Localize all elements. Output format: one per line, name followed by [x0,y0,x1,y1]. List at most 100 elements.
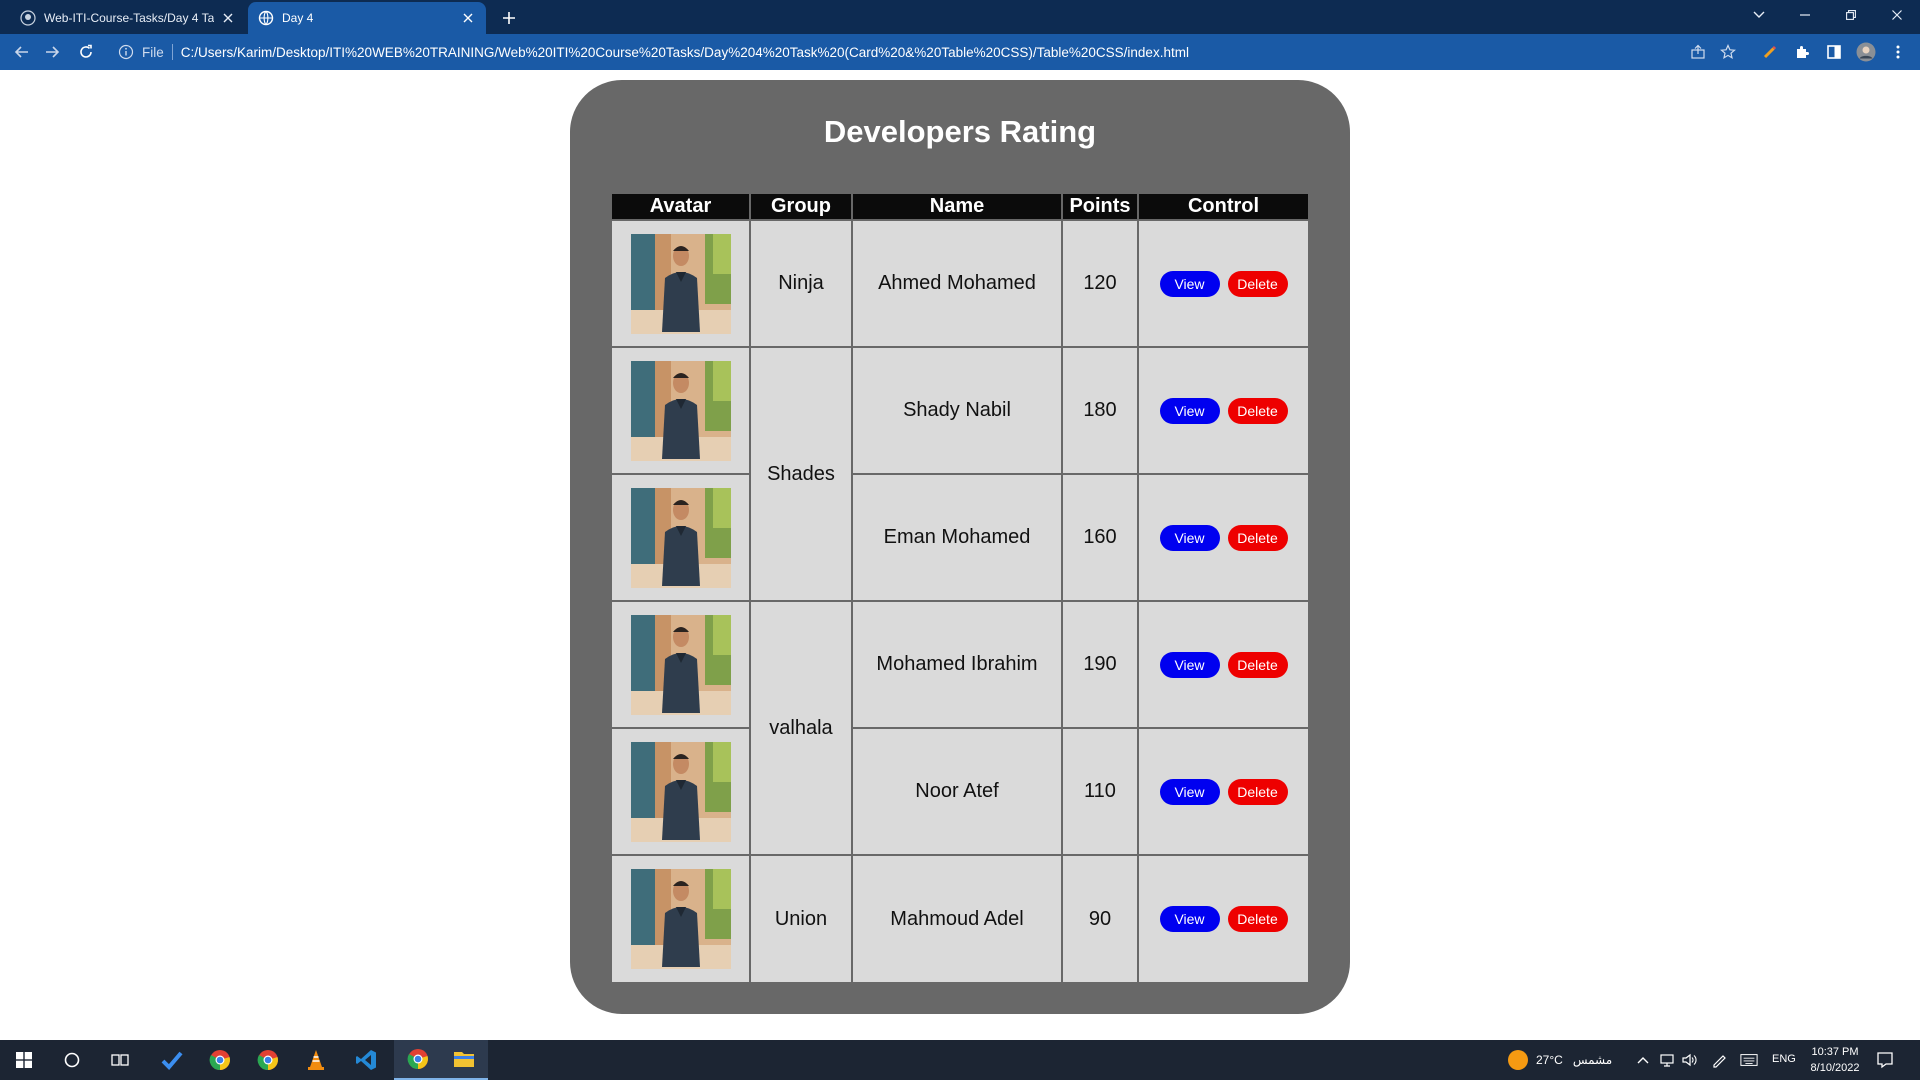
avatar-icon [1856,42,1876,62]
name-cell: Mohamed Ibrahim [851,600,1063,729]
forward-button[interactable] [40,40,64,64]
vscode-icon [356,1050,376,1070]
reload-button[interactable] [74,40,98,64]
side-panel-button[interactable] [1822,40,1846,64]
weather-temperature: 27°C [1536,1053,1563,1067]
task-view-button[interactable] [96,1040,144,1080]
extension-pen-button[interactable] [1758,40,1782,64]
page-viewport: Developers Rating Avatar Group Name Poin… [0,70,1920,1040]
delete-button[interactable]: Delete [1227,270,1288,297]
taskbar-chrome-active-app[interactable] [394,1040,442,1080]
profile-button[interactable] [1854,40,1878,64]
delete-button[interactable]: Delete [1227,651,1288,678]
network-button[interactable] [1658,1050,1676,1070]
control-cell: View Delete [1137,600,1308,729]
plus-icon [503,12,515,24]
restore-icon [1846,10,1856,20]
close-tab-icon[interactable] [460,10,476,26]
notification-icon [1877,1052,1893,1069]
show-hidden-icons-button[interactable] [1634,1050,1652,1070]
search-circle-icon [64,1052,80,1068]
avatar [630,614,731,715]
table-body: Ninja Ahmed Mohamed 120 View Delete Shades Sha… [612,219,1308,982]
tab-search-button[interactable] [1736,0,1782,30]
menu-button[interactable] [1886,40,1910,64]
url-text[interactable]: C:/Users/Karim/Desktop/ITI%20WEB%20TRAIN… [181,45,1189,60]
notification-center-button[interactable] [1874,1049,1896,1071]
clock[interactable]: 10:37 PM 8/10/2022 [1800,1044,1870,1076]
kebab-menu-icon [1896,45,1900,59]
folder-icon [454,1052,474,1067]
weather-widget[interactable]: 27°C مشمس [1508,1040,1612,1080]
arrow-left-icon [14,46,28,58]
touch-keyboard-button[interactable] [1740,1050,1758,1070]
name-cell: Mahmoud Adel [851,854,1063,982]
back-button[interactable] [10,40,34,64]
taskbar-todo-app[interactable] [148,1040,196,1080]
column-header-control: Control [1137,194,1308,220]
taskbar-vlc-app[interactable] [292,1040,340,1080]
rating-card: Developers Rating Avatar Group Name Poin… [570,80,1350,1014]
view-button[interactable]: View [1159,524,1220,551]
close-tab-icon[interactable] [220,10,236,26]
browser-tab-bar: Web-ITI-Course-Tasks/Day 4 Task Day 4 [0,0,1920,34]
new-tab-button[interactable] [498,7,520,29]
tab-title: Day 4 [282,11,314,25]
pen-icon [1713,1055,1726,1068]
start-button[interactable] [0,1040,48,1080]
points-cell: 160 [1061,473,1139,602]
group-cell: valhala [749,600,853,856]
chevron-up-icon [1637,1057,1649,1064]
developers-table: Avatar Group Name Points Control Ninja Ah… [612,194,1308,982]
clock-date: 8/10/2022 [1810,1062,1860,1074]
share-icon [1691,44,1705,59]
column-header-points: Points [1061,194,1139,220]
windows-icon [16,1052,32,1068]
restore-button[interactable] [1828,0,1874,30]
taskbar-file-explorer-app[interactable] [440,1040,488,1080]
delete-button[interactable]: Delete [1227,524,1288,551]
delete-button[interactable]: Delete [1227,778,1288,805]
pen-workspace-button[interactable] [1710,1050,1728,1070]
info-icon[interactable] [118,44,134,60]
avatar [630,233,731,334]
table-row: Noor Atef 110 View Delete [612,727,1308,856]
chevron-down-icon [1753,11,1765,18]
tab-day-4[interactable]: Day 4 [248,2,486,34]
points-cell: 120 [1061,219,1139,348]
avatar-cell [612,854,751,982]
taskbar-chrome-app[interactable] [196,1040,244,1080]
extensions-button[interactable] [1790,40,1814,64]
tab-github-repo[interactable]: Web-ITI-Course-Tasks/Day 4 Task [10,2,246,34]
delete-button[interactable]: Delete [1227,906,1288,932]
points-cell: 190 [1061,600,1139,729]
bookmark-button[interactable] [1716,40,1740,64]
volume-button[interactable] [1680,1050,1698,1070]
avatar [630,487,731,588]
weather-condition: مشمس [1572,1053,1613,1067]
points-cell: 110 [1061,727,1139,856]
tab-title: Web-ITI-Course-Tasks/Day 4 Task [44,11,214,25]
points-cell: 180 [1061,346,1139,475]
browser-toolbar: File C:/Users/Karim/Desktop/ITI%20WEB%20… [0,34,1920,70]
view-button[interactable]: View [1159,778,1220,805]
task-view-icon [111,1054,129,1066]
close-window-button[interactable] [1874,0,1920,30]
view-button[interactable]: View [1159,397,1220,424]
share-button[interactable] [1686,40,1710,64]
view-button[interactable]: View [1159,270,1220,297]
search-button[interactable] [48,1040,96,1080]
page-title: Developers Rating [823,114,1097,149]
network-icon [1660,1054,1674,1067]
view-button[interactable]: View [1159,906,1220,932]
chrome-icon [257,1050,278,1071]
delete-button[interactable]: Delete [1227,397,1288,424]
taskbar-chrome-profile-app[interactable] [244,1040,292,1080]
control-cell: View Delete [1137,473,1308,602]
control-cell: View Delete [1137,727,1308,856]
input-language[interactable]: ENG [1772,1053,1796,1065]
taskbar-vscode-app[interactable] [342,1040,390,1080]
view-button[interactable]: View [1159,651,1220,678]
minimize-button[interactable] [1782,0,1828,30]
address-bar[interactable]: File C:/Users/Karim/Desktop/ITI%20WEB%20… [110,37,1750,67]
